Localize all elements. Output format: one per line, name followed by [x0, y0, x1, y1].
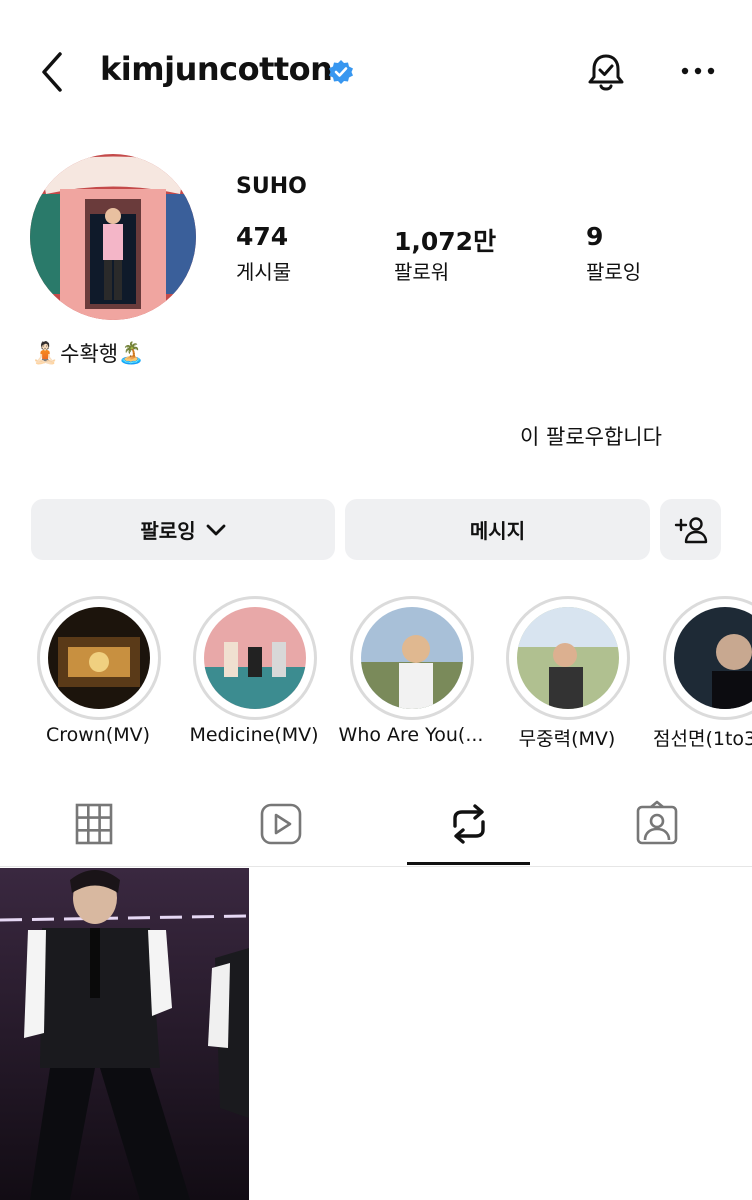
bio-text: 수확행 [60, 342, 119, 366]
grid-icon [75, 803, 113, 845]
following-button[interactable]: 팔로잉 [31, 499, 335, 560]
verified-badge-icon [328, 59, 354, 85]
active-tab-indicator [407, 862, 530, 865]
profile-avatar[interactable] [30, 154, 196, 320]
chevron-left-icon [42, 52, 62, 92]
notification-bell-button[interactable] [584, 50, 628, 94]
chevron-down-icon [206, 524, 225, 535]
highlight-medicine[interactable] [193, 596, 317, 720]
stat-followers-label[interactable]: 팔로워 [394, 256, 449, 285]
meditation-emoji: 🧘🏻 [32, 340, 59, 365]
tab-reels[interactable] [257, 800, 305, 848]
highlight-label: Medicine(MV) [189, 724, 319, 746]
stat-posts-label[interactable]: 게시물 [236, 256, 291, 285]
highlight-jeomseonmyeon[interactable] [663, 596, 752, 720]
bell-icon [588, 54, 624, 91]
profile-display-name: SUHO [236, 174, 307, 199]
tab-divider [0, 866, 752, 867]
followed-by-text[interactable]: 이 팔로우합니다 [520, 421, 662, 451]
highlight-crown[interactable] [37, 596, 161, 720]
highlight-zero-gravity[interactable] [506, 596, 630, 720]
add-person-icon [674, 516, 707, 543]
tagged-icon [636, 800, 678, 845]
highlight-who-are-you[interactable] [350, 596, 474, 720]
repost-thumbnail[interactable] [0, 868, 249, 1200]
stat-followers-count[interactable]: 1,072만 [394, 222, 496, 258]
message-button[interactable]: 메시지 [345, 499, 650, 560]
message-button-label: 메시지 [469, 519, 526, 543]
tab-reposts[interactable] [445, 800, 493, 848]
highlight-label: 무중력(MV) [518, 728, 616, 750]
highlight-label: Crown(MV) [45, 724, 151, 746]
profile-bio: 🧘🏻 수확행 🏝️ [32, 338, 144, 368]
highlight-label: Who Are You(... [338, 724, 484, 746]
following-button-label: 팔로잉 [140, 519, 196, 543]
suggest-people-button[interactable] [660, 499, 721, 560]
stat-posts-count[interactable]: 474 [236, 222, 288, 251]
stat-following-count[interactable]: 9 [586, 222, 603, 251]
reels-icon [260, 803, 302, 845]
island-emoji: 🏝️ [118, 340, 145, 365]
highlight-label: 점선면(1to3) [653, 728, 752, 750]
profile-username: kimjuncotton [100, 50, 333, 88]
more-horizontal-icon [681, 67, 715, 75]
stat-following-label[interactable]: 팔로잉 [586, 256, 641, 285]
more-options-button[interactable] [678, 56, 718, 86]
back-button[interactable] [34, 50, 70, 94]
tab-tagged[interactable] [633, 800, 681, 848]
tab-posts-grid[interactable] [70, 800, 118, 848]
reposts-icon [453, 804, 485, 844]
